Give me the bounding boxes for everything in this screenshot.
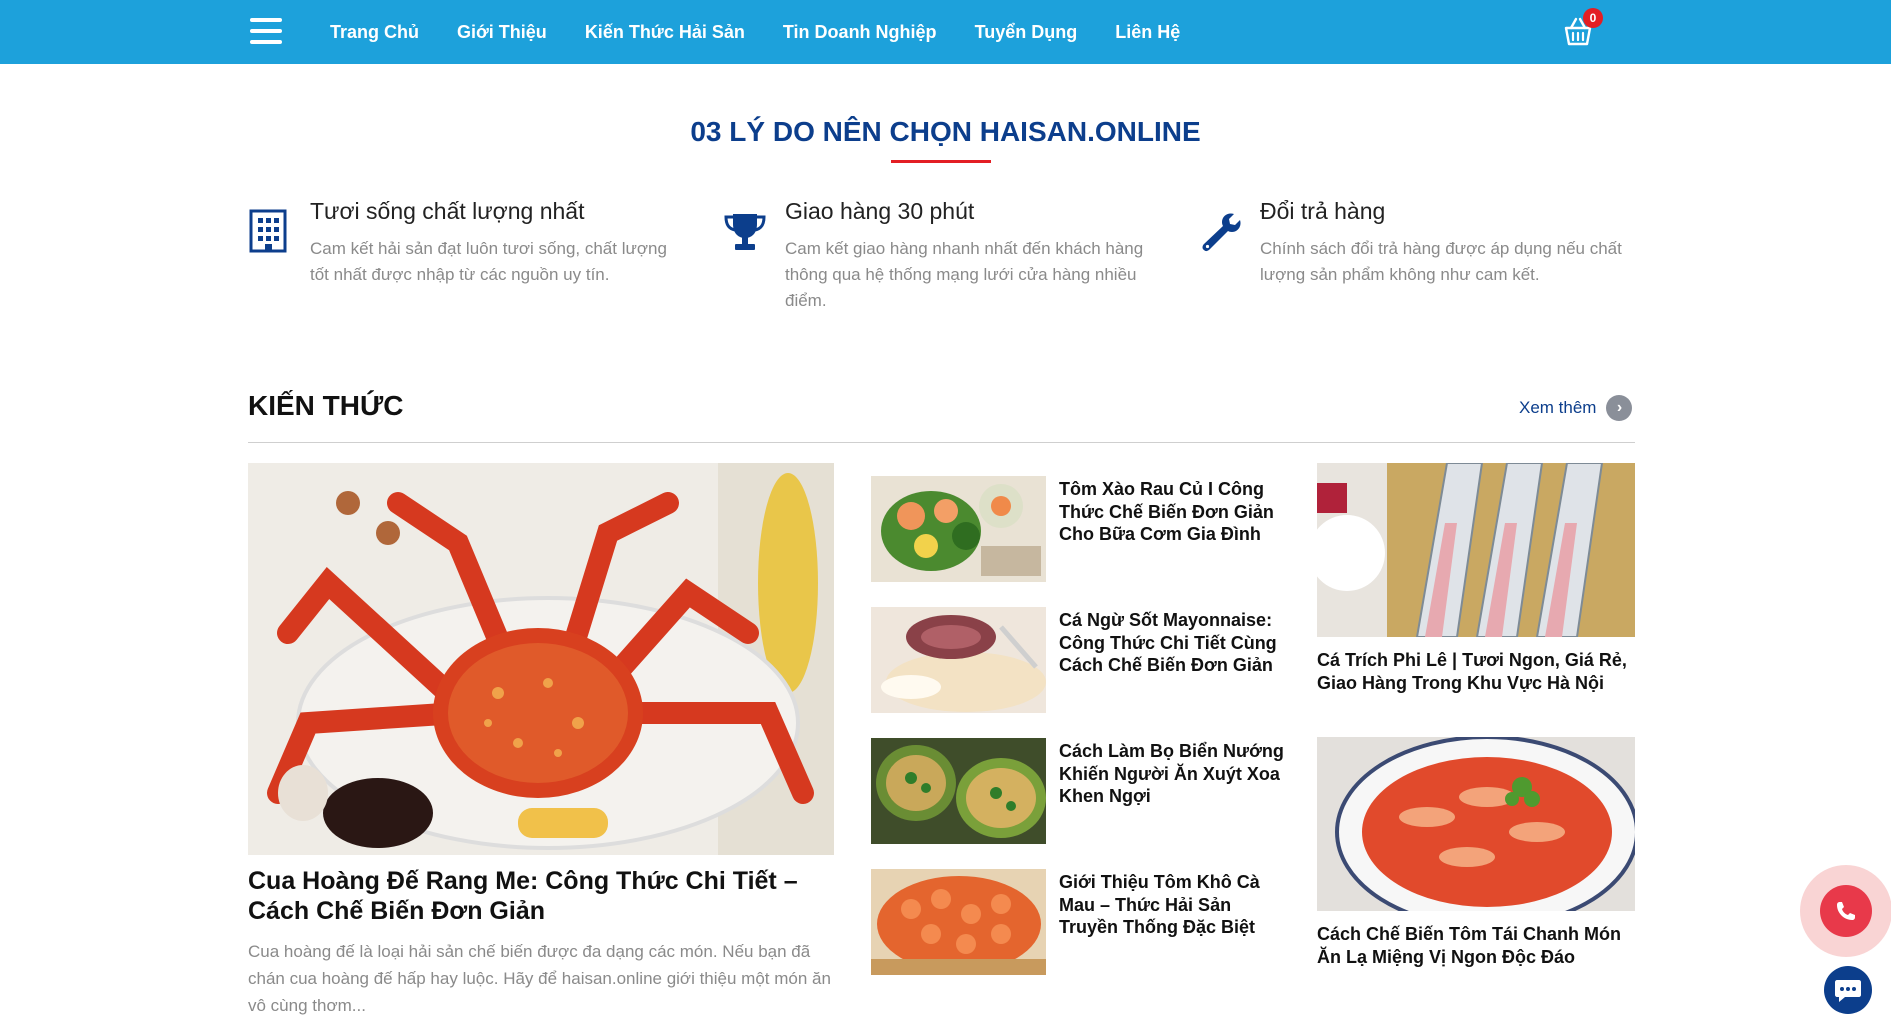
see-more-link[interactable]: Xem thêm › [1519,395,1633,421]
chat-bubble-icon[interactable] [1824,966,1872,1014]
list-item[interactable]: Cách Làm Bọ Biển Nướng Khiến Người Ăn Xu… [871,738,1301,848]
hamburger-menu-icon[interactable] [250,18,282,46]
section-divider [248,442,1635,443]
feature-article-image[interactable] [248,463,834,855]
cart-count-badge: 0 [1583,8,1603,28]
nav-lien-he[interactable]: Liên Hệ [1115,22,1180,43]
side-article[interactable]: Cách Chế Biến Tôm Tái Chanh Món Ăn Lạ Mi… [1317,737,1635,968]
article-title[interactable]: Tôm Xào Rau Củ I Công Thức Chế Biến Đơn … [1059,478,1289,546]
nav-tuyen-dung[interactable]: Tuyển Dụng [975,22,1078,43]
article-title[interactable]: Cá Trích Phi Lê | Tươi Ngon, Giá Rẻ, Gia… [1317,649,1635,694]
title-underline [891,160,991,163]
feature-article-title[interactable]: Cua Hoàng Đế Rang Me: Công Thức Chi Tiết… [248,866,834,926]
article-thumbnail[interactable] [871,607,1046,713]
main-nav: Trang Chủ Giới Thiệu Kiến Thức Hải Sản T… [330,0,1180,64]
list-item[interactable]: Cá Ngừ Sốt Mayonnaise: Công Thức Chi Tiế… [871,607,1301,717]
chevron-right-icon: › [1606,395,1633,421]
article-thumbnail[interactable] [871,738,1046,844]
nav-trang-chu[interactable]: Trang Chủ [330,22,419,43]
wrench-icon [1198,208,1241,254]
reason-description: Cam kết giao hàng nhanh nhất đến khách h… [785,239,1144,310]
reason-title: Giao hàng 30 phút [785,198,975,224]
top-navigation-bar: Trang Chủ Giới Thiệu Kiến Thức Hải Sản T… [0,0,1891,64]
article-title[interactable]: Cách Làm Bọ Biển Nướng Khiến Người Ăn Xu… [1059,740,1289,808]
section-title: KIẾN THỨC [248,390,404,421]
reason-title: Đổi trả hàng [1260,198,1386,224]
article-thumbnail[interactable] [871,476,1046,582]
reason-description: Cam kết hải sản đạt luôn tươi sống, chất… [310,239,667,284]
article-title[interactable]: Cá Ngừ Sốt Mayonnaise: Công Thức Chi Tiế… [1059,609,1289,677]
see-more-label: Xem thêm [1519,398,1597,417]
building-icon [248,208,288,254]
nav-tin-doanh-nghiep[interactable]: Tin Doanh Nghiệp [783,22,937,43]
feature-article-excerpt: Cua hoàng đế là loại hải sản chế biến đư… [248,942,831,1015]
reason-description: Chính sách đổi trả hàng được áp dụng nếu… [1260,239,1622,284]
nav-kien-thuc-hai-san[interactable]: Kiến Thức Hải Sản [585,22,745,43]
list-item[interactable]: Tôm Xào Rau Củ I Công Thức Chế Biến Đơn … [871,476,1301,586]
reason-title: Tươi sống chất lượng nhất [310,198,585,224]
article-thumbnail[interactable] [1317,737,1635,911]
article-thumbnail[interactable] [1317,463,1635,637]
side-article[interactable]: Cá Trích Phi Lê | Tươi Ngon, Giá Rẻ, Gia… [1317,463,1635,694]
list-item[interactable]: Giới Thiệu Tôm Khô Cà Mau – Thức Hải Sản… [871,869,1301,979]
trophy-icon [723,208,766,254]
article-title[interactable]: Cách Chế Biến Tôm Tái Chanh Món Ăn Lạ Mi… [1317,923,1635,968]
article-title[interactable]: Giới Thiệu Tôm Khô Cà Mau – Thức Hải Sản… [1059,871,1289,939]
article-thumbnail[interactable] [871,869,1046,975]
phone-icon[interactable] [1820,885,1872,937]
reasons-title: 03 LÝ DO NÊN CHỌN HAISAN.ONLINE [690,116,1201,147]
nav-gioi-thieu[interactable]: Giới Thiệu [457,22,547,43]
